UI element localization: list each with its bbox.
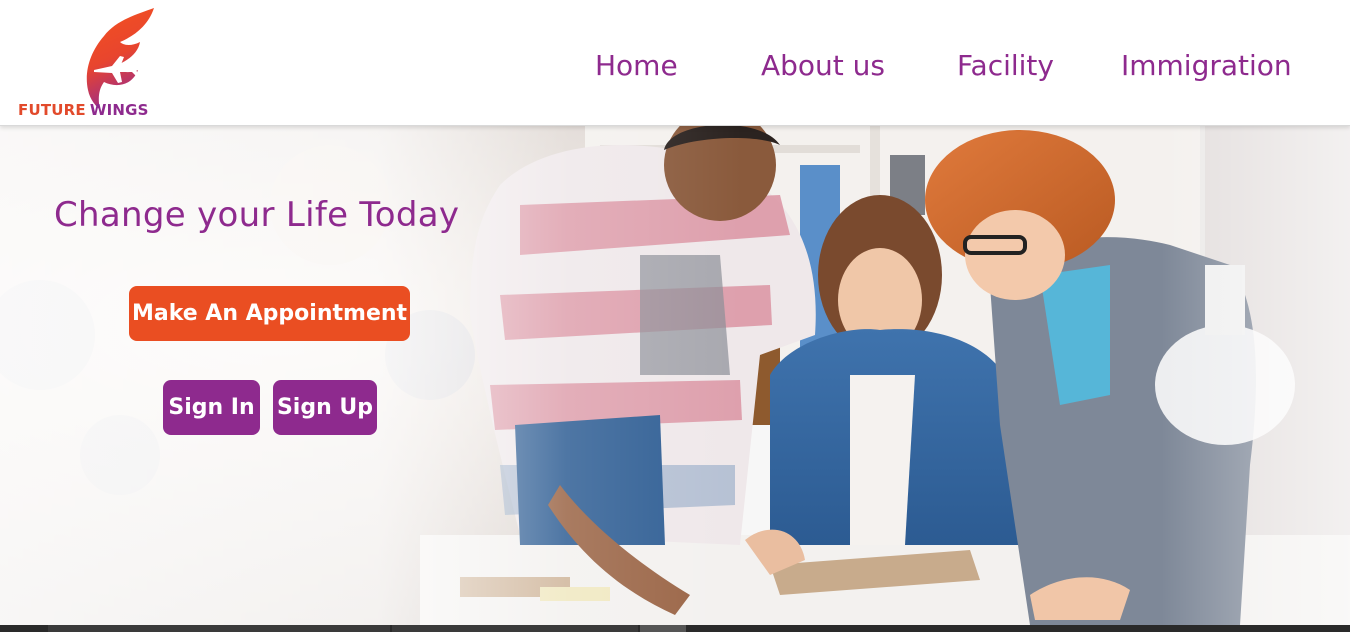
make-appointment-button[interactable]: Make An Appointment	[129, 286, 410, 341]
taskbar-segment	[640, 625, 686, 632]
logo-word-future: FUTURE	[18, 101, 86, 119]
taskbar-strip	[0, 625, 1350, 632]
logo-word-wings: WINGS	[89, 101, 149, 119]
nav-about-us[interactable]: About us	[761, 44, 885, 88]
nav-facility[interactable]: Facility	[957, 44, 1054, 88]
hero-tagline: Change your Life Today	[54, 195, 460, 235]
nav-immigration[interactable]: Immigration	[1121, 44, 1292, 88]
site-header: FUTURE WINGS Home About us Facility Immig…	[0, 0, 1350, 126]
taskbar-segment	[48, 625, 390, 632]
main-nav: Home About us Facility Immigration	[0, 44, 1350, 88]
nav-home[interactable]: Home	[595, 44, 678, 88]
logo-wordmark: FUTURE WINGS	[18, 101, 149, 119]
sign-in-button[interactable]: Sign In	[163, 380, 260, 435]
taskbar-segment	[392, 625, 638, 632]
hero-banner: Change your Life Today Make An Appointme…	[0, 125, 1350, 625]
sign-up-button[interactable]: Sign Up	[273, 380, 377, 435]
